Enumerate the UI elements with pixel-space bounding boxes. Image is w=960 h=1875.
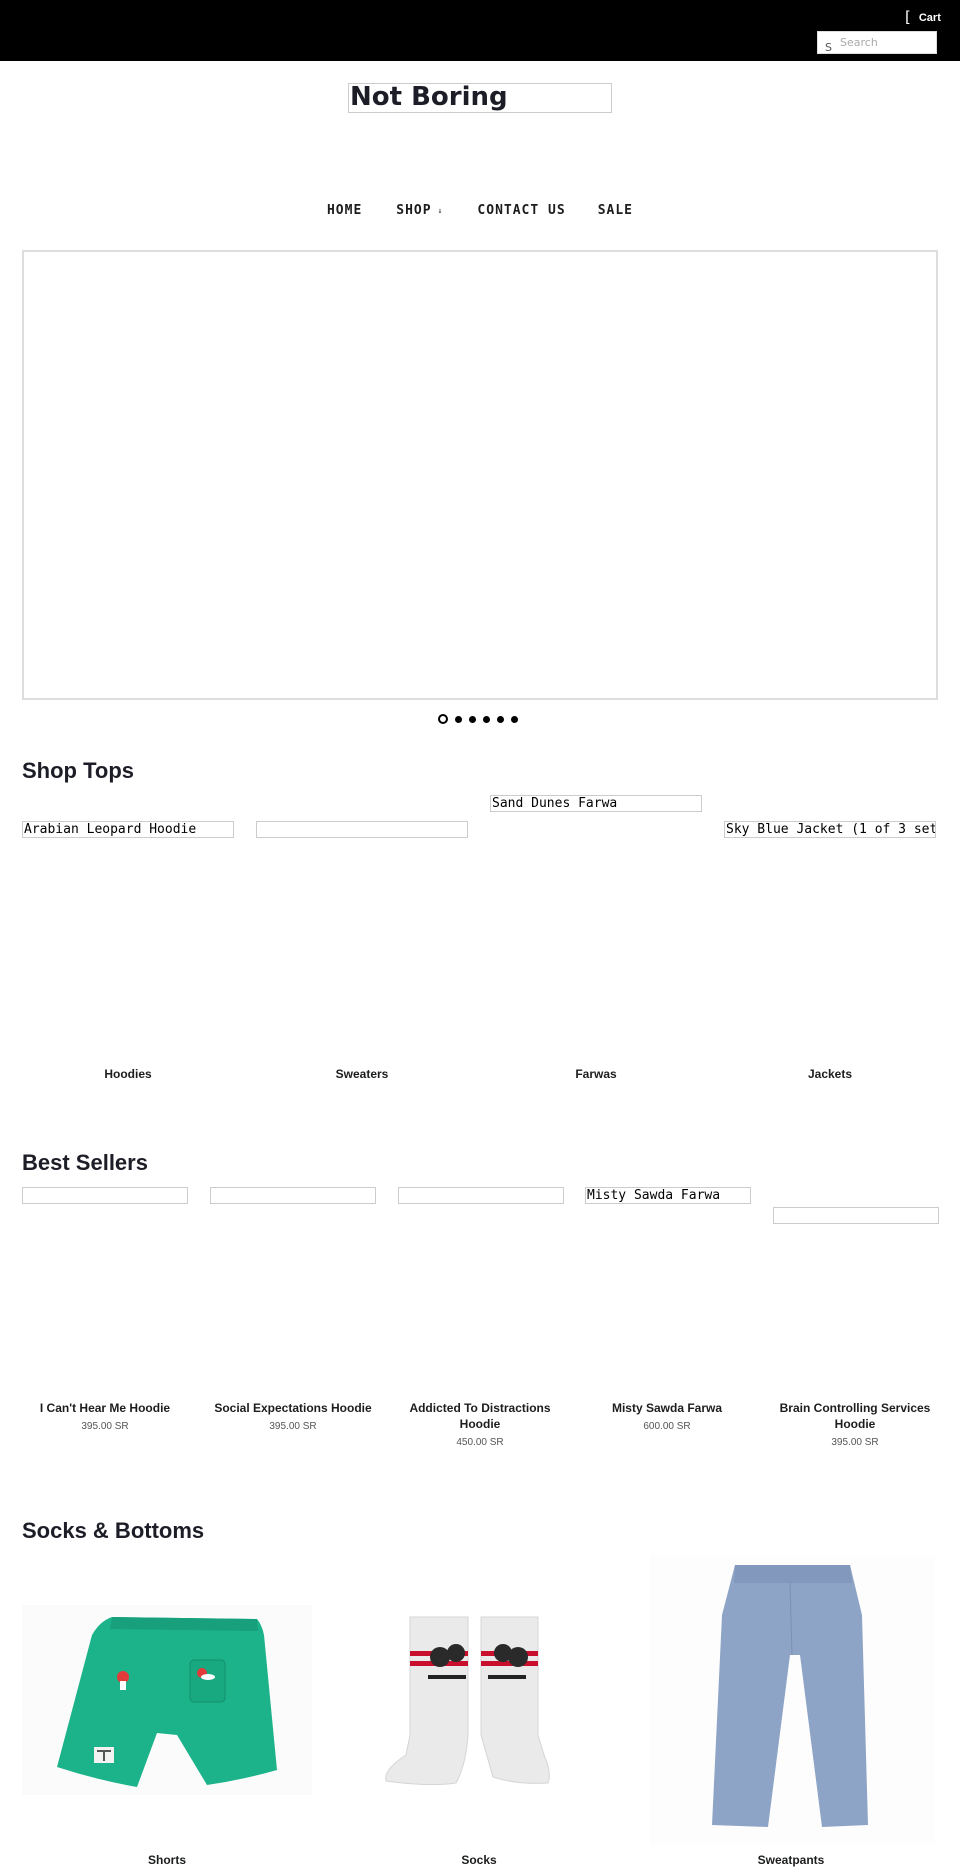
product-image[interactable] [22,1187,188,1204]
product-image[interactable] [398,1187,564,1204]
slide-dot[interactable] [497,715,504,723]
nav-contact-label: CONTACT US [477,203,566,218]
cart-label: Cart [918,11,941,24]
socks-bottoms-heading: Socks & Bottoms [22,1518,205,1543]
cart-icon: [ [905,8,911,26]
product-card[interactable]: Misty Sawda Farwa 600.00 SR [587,1400,747,1432]
product-price: 395.00 SR [81,1421,129,1432]
socks-image[interactable] [368,1605,590,1795]
slideshow-pagination [438,714,518,724]
nav-contact-us[interactable]: CONTACT US [461,203,581,218]
product-image[interactable]: Misty Sawda Farwa [585,1187,751,1204]
shop-tops-heading: Shop Tops [22,758,135,783]
nav-home[interactable]: HOME [311,203,378,218]
collection-link-hoodies[interactable]: Hoodies [104,1067,151,1081]
slide-dot[interactable] [455,715,462,723]
best-sellers-heading: Best Sellers [22,1150,148,1175]
product-card[interactable]: Social Expectations Hoodie 395.00 SR [213,1400,373,1432]
product-image[interactable] [773,1207,939,1224]
collection-link-socks[interactable]: Socks [461,1853,496,1867]
top-bar: [ Cart S [0,0,960,61]
collection-link-sweaters[interactable]: Sweaters [336,1067,389,1081]
collection-image-farwas[interactable]: Sand Dunes Farwa [490,795,702,812]
slide-dot[interactable] [511,715,518,723]
collection-image-sweaters[interactable] [256,821,468,838]
product-card[interactable]: Addicted To Distractions Hoodie 450.00 S… [405,1400,555,1448]
collection-image-hoodies[interactable]: Arabian Leopard Hoodie [22,821,234,838]
hero-slideshow[interactable] [22,250,938,700]
product-price: 395.00 SR [269,1421,317,1432]
product-name[interactable]: Addicted To Distractions Hoodie [405,1400,555,1432]
collection-link-shorts[interactable]: Shorts [148,1853,186,1867]
collection-link-jackets[interactable]: Jackets [808,1067,852,1081]
nav-home-label: HOME [326,203,363,218]
cart-link[interactable]: [ Cart [905,10,941,25]
nav-shop[interactable]: SHOP ↓ [378,203,461,218]
product-name[interactable]: Brain Controlling Services Hoodie [775,1400,935,1432]
main-nav: HOME SHOP ↓ CONTACT US SALE [0,203,960,218]
site-logo[interactable]: Not Boring [348,83,612,113]
nav-sale[interactable]: SALE [582,203,649,218]
slide-dot[interactable] [469,715,476,723]
slide-dot[interactable] [438,714,448,724]
search-input[interactable] [840,32,934,53]
chevron-down-icon: ↓ [437,206,444,215]
slide-dot[interactable] [483,715,490,723]
product-image[interactable] [210,1187,376,1204]
product-price: 395.00 SR [831,1437,879,1448]
product-card[interactable]: Brain Controlling Services Hoodie 395.00… [775,1400,935,1448]
product-name[interactable]: Social Expectations Hoodie [213,1400,373,1416]
sweatpants-image[interactable] [650,1555,935,1845]
search-box: S [817,31,937,54]
product-name[interactable]: I Can't Hear Me Hoodie [25,1400,185,1416]
product-price: 450.00 SR [456,1437,504,1448]
product-name[interactable]: Misty Sawda Farwa [587,1400,747,1416]
collection-link-sweatpants[interactable]: Sweatpants [758,1853,825,1867]
search-icon[interactable]: S [825,41,832,54]
product-price: 600.00 SR [643,1421,691,1432]
nav-sale-label: SALE [597,203,634,218]
nav-shop-label: SHOP [396,203,432,218]
product-card[interactable]: I Can't Hear Me Hoodie 395.00 SR [25,1400,185,1432]
collection-link-farwas[interactable]: Farwas [575,1067,616,1081]
collection-image-jackets[interactable]: Sky Blue Jacket (1 of 3 set) [724,821,936,838]
shorts-image[interactable] [22,1605,312,1795]
